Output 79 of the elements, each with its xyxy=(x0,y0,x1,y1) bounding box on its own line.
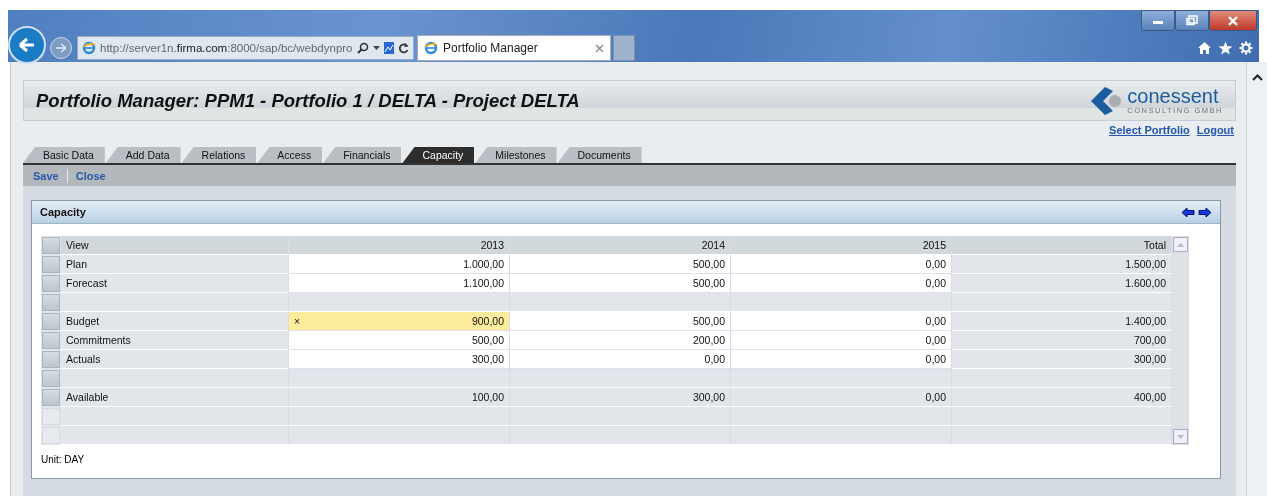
scroll-down-button[interactable] xyxy=(1173,429,1188,444)
unit-label: Unit: DAY xyxy=(41,454,86,465)
input-field[interactable]: 500,00 xyxy=(289,331,510,350)
address-bar[interactable]: http://server1n.firma.com:8000/sap/bc/webdynpro xyxy=(77,36,414,60)
input-field[interactable]: 300,00 xyxy=(289,350,510,369)
scroll-up-icon[interactable] xyxy=(1251,74,1263,81)
home-icon[interactable] xyxy=(1197,41,1212,55)
input-field[interactable]: 0,00 xyxy=(731,274,952,293)
row-label: Budget xyxy=(61,312,289,331)
up-arrow-icon xyxy=(1177,242,1184,247)
right-arrow-icon[interactable] xyxy=(1198,206,1212,218)
minimize-button[interactable] xyxy=(1141,10,1175,31)
dropdown-icon[interactable] xyxy=(373,46,380,50)
row-label: Forecast xyxy=(61,274,289,293)
input-field[interactable]: 0,00 xyxy=(731,312,952,331)
input-field[interactable]: 500,00 xyxy=(510,274,731,293)
browser-logo-icon xyxy=(82,41,96,55)
search-icon[interactable] xyxy=(357,42,369,54)
vertical-scrollbar[interactable] xyxy=(1172,236,1189,445)
input-field[interactable]: 0,00 xyxy=(731,331,952,350)
back-button[interactable] xyxy=(8,26,46,64)
table-cell: 300,00 xyxy=(510,388,731,407)
star-icon[interactable] xyxy=(1218,41,1233,55)
column-header: 2015 xyxy=(731,236,952,255)
table-cell: 1.500,00 xyxy=(952,255,1172,274)
page-title: Portfolio Manager: PPM1 - Portfolio 1 / DELTA - Project DELTA xyxy=(36,89,580,112)
scroll-up-button[interactable] xyxy=(1173,237,1188,252)
tab[interactable]: Add Data xyxy=(105,147,181,163)
tab[interactable]: Capacity xyxy=(402,147,475,163)
table-cell: 1.600,00 xyxy=(952,274,1172,293)
refresh-icon[interactable] xyxy=(398,42,409,54)
close-button[interactable] xyxy=(1209,10,1257,31)
tab[interactable]: Financials xyxy=(323,147,402,163)
table-cell: 100,00 xyxy=(289,388,510,407)
restore-icon xyxy=(1186,15,1198,26)
input-field[interactable]: 1.000,00 xyxy=(289,255,510,274)
panel-title: Capacity xyxy=(40,206,86,218)
column-header: 2013 xyxy=(289,236,510,255)
settings-icon[interactable] xyxy=(1239,41,1253,55)
compatibility-icon[interactable] xyxy=(384,42,394,54)
close-icon xyxy=(1227,15,1239,26)
input-field[interactable]: 0,00 xyxy=(731,255,952,274)
forward-arrow-icon xyxy=(55,43,67,53)
table-cell: 700,00 xyxy=(952,331,1172,350)
row-label: Actuals xyxy=(61,350,289,369)
back-arrow-icon xyxy=(18,37,36,53)
toolbar-button[interactable]: Close xyxy=(75,169,106,182)
input-field[interactable]: 200,00 xyxy=(510,331,731,350)
header-link[interactable]: Select Portfolio xyxy=(1109,124,1190,142)
input-field[interactable]: 500,00 xyxy=(510,255,731,274)
error-mark: × xyxy=(294,315,301,327)
column-header: View xyxy=(61,236,289,255)
tab[interactable]: Relations xyxy=(181,147,257,163)
column-header: Total xyxy=(952,236,1172,255)
tab[interactable]: Basic Data xyxy=(23,147,105,163)
restore-button[interactable] xyxy=(1175,10,1209,31)
row-label: Commitments xyxy=(61,331,289,350)
table-cell: 400,00 xyxy=(952,388,1172,407)
input-field[interactable]: 1.100,00 xyxy=(289,274,510,293)
close-tab-icon[interactable] xyxy=(595,43,604,53)
input-field[interactable]: 0,00 xyxy=(731,350,952,369)
column-header: 2014 xyxy=(510,236,731,255)
down-arrow-icon xyxy=(1177,434,1184,439)
input-field[interactable]: × 900,00 xyxy=(289,312,510,331)
tab[interactable]: Milestones xyxy=(475,147,557,163)
table-cell: 0,00 xyxy=(731,388,952,407)
table-cell: 300,00 xyxy=(952,350,1172,369)
browser-logo-icon xyxy=(424,41,438,55)
tab[interactable]: Documents xyxy=(557,147,642,163)
tab[interactable]: Access xyxy=(257,147,323,163)
row-label: Available xyxy=(61,388,289,407)
header-link[interactable]: Logout xyxy=(1196,124,1234,142)
forward-button[interactable] xyxy=(50,37,72,59)
left-arrow-icon[interactable] xyxy=(1181,206,1195,218)
input-field[interactable]: 500,00 xyxy=(510,312,731,331)
table-cell: 1.400,00 xyxy=(952,312,1172,331)
row-label: Plan xyxy=(61,255,289,274)
input-field[interactable]: 0,00 xyxy=(510,350,731,369)
browser-tab[interactable]: Portfolio Manager xyxy=(417,35,611,61)
